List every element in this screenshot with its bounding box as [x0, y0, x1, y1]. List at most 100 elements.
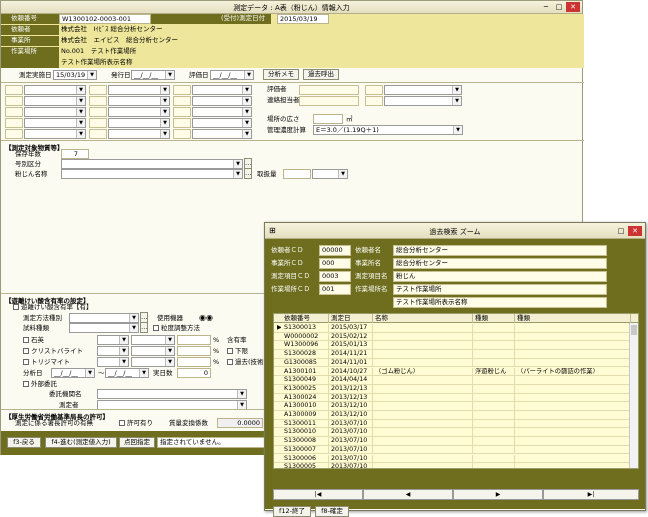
table-row[interactable]: W1300096 2015/01/13 — [274, 341, 638, 351]
close-icon[interactable]: ✕ — [628, 226, 642, 236]
past-checkbox[interactable] — [227, 359, 233, 365]
coef-field[interactable]: 0.0000 — [217, 418, 263, 428]
select-12[interactable]: ▼ — [24, 118, 86, 128]
implementation-date-input[interactable]: 15/03/19 ▼ — [53, 70, 97, 80]
code-field[interactable] — [5, 96, 23, 106]
chevron-down-icon[interactable]: ▼ — [242, 130, 251, 138]
chevron-down-icon[interactable]: ▼ — [233, 170, 242, 178]
chevron-down-icon[interactable]: ▼ — [129, 324, 138, 332]
place-name-field[interactable]: テスト作業場所 — [393, 284, 607, 295]
chevron-down-icon[interactable]: ▼ — [160, 86, 169, 94]
item-cd-field[interactable]: 0003 — [319, 271, 351, 282]
chevron-down-icon[interactable]: ▼ — [76, 119, 85, 127]
close-icon[interactable]: ✕ — [566, 2, 580, 12]
chevron-down-icon[interactable]: ▼ — [129, 314, 138, 322]
handling-field[interactable] — [283, 169, 311, 179]
chevron-down-icon[interactable]: ▼ — [242, 119, 251, 127]
chevron-down-icon[interactable]: ▼ — [165, 336, 174, 344]
table-row[interactable]: S1300049 2014/04/14 — [274, 376, 638, 385]
minimize-icon[interactable]: ─ — [540, 2, 552, 12]
chevron-down-icon[interactable]: ▼ — [165, 358, 174, 366]
grid-scrollbar[interactable] — [629, 323, 638, 468]
table-row[interactable]: A1300009 2013/12/10 — [274, 411, 638, 420]
code-field[interactable] — [89, 107, 107, 117]
select-2[interactable]: ▼ — [108, 85, 170, 95]
client-no-field[interactable]: W1300102-0003-001 — [59, 14, 151, 24]
table-row[interactable]: S1300008 2013/07/10 — [274, 437, 638, 446]
code-field[interactable] — [173, 129, 191, 139]
dust-select[interactable]: ▼ — [61, 169, 243, 179]
chevron-down-icon[interactable]: ▼ — [160, 130, 169, 138]
code-field[interactable] — [173, 85, 191, 95]
select-3[interactable]: ▼ — [192, 85, 252, 95]
method-select[interactable]: ▼ — [69, 313, 139, 323]
table-row[interactable]: A1300024 2013/12/13 — [274, 393, 638, 403]
chevron-down-icon[interactable]: ▼ — [119, 336, 128, 344]
f4-next-button[interactable]: f4-進む(測定値入力) — [45, 437, 117, 448]
chevron-down-icon[interactable]: ▼ — [237, 390, 246, 398]
free-setting-checkbox[interactable] — [13, 304, 19, 310]
retention-field[interactable]: 7 — [61, 149, 89, 159]
chevron-down-icon[interactable]: ▼ — [119, 358, 128, 366]
chevron-down-icon[interactable]: ▼ — [452, 86, 461, 94]
stone-select-2[interactable]: ▼ — [131, 335, 175, 345]
chevron-down-icon[interactable]: ▼ — [242, 108, 251, 116]
analysis-date-to[interactable]: __/__/__ ▼ — [105, 368, 149, 378]
table-row[interactable]: ▶S13000132015/03/17 — [274, 324, 638, 333]
code-field[interactable] — [89, 85, 107, 95]
chevron-down-icon[interactable]: ▼ — [244, 71, 253, 79]
table-row[interactable]: S1300011 2013/07/10 — [274, 419, 638, 429]
table-row[interactable]: K1300025 2013/12/13 — [274, 384, 638, 394]
table-row[interactable]: G1300085 2014/11/01 — [274, 358, 638, 368]
code-field[interactable] — [5, 118, 23, 128]
agency-select[interactable]: ▼ — [97, 389, 247, 399]
chevron-down-icon[interactable]: ▼ — [453, 126, 462, 134]
cristobalite-select-2[interactable]: ▼ — [131, 346, 175, 356]
chevron-down-icon[interactable]: ▼ — [237, 401, 246, 409]
office-name-field[interactable]: 総合分析センター — [393, 258, 607, 269]
table-row[interactable]: S1300010 2013/07/10 — [274, 428, 638, 438]
chevron-down-icon[interactable]: ▼ — [242, 97, 251, 105]
issue-date-input[interactable]: __/__/__ ▼ — [131, 70, 175, 80]
table-row[interactable]: A1300010 2013/12/10 — [274, 402, 638, 411]
handling-unit-select[interactable]: ▼ — [312, 169, 348, 179]
evaluator-field[interactable] — [299, 85, 359, 95]
column-header[interactable]: 名称 — [373, 314, 473, 323]
table-row[interactable]: S1300007 2013/07/10 — [274, 445, 638, 455]
chevron-down-icon[interactable]: ▼ — [165, 71, 174, 79]
select-6[interactable]: ▼ — [108, 96, 170, 106]
bottom-checkbox[interactable] — [227, 348, 233, 354]
chevron-down-icon[interactable]: ▼ — [76, 130, 85, 138]
select-8[interactable]: ▼ — [384, 96, 462, 106]
date-field[interactable]: 2015/03/19 — [277, 14, 329, 24]
code-field[interactable] — [5, 129, 23, 139]
check-spec-button[interactable]: 点回指定 — [119, 437, 155, 448]
code-field[interactable] — [89, 96, 107, 106]
select-11[interactable]: ▼ — [192, 107, 252, 117]
table-row[interactable]: A1300101 2014/10/27 （ゴム粉じん） 浮遊粉じん （パーライトの篩詰の… — [274, 367, 638, 377]
chevron-down-icon[interactable]: ▼ — [87, 71, 96, 79]
past-call-button[interactable]: 過去呼出 — [303, 69, 339, 80]
analysis-date-from[interactable]: __/__/__ ▼ — [51, 368, 95, 378]
select-10[interactable]: ▼ — [108, 107, 170, 117]
chevron-down-icon[interactable]: ▼ — [76, 86, 85, 94]
tridymite-pct-field[interactable] — [177, 357, 211, 367]
chevron-down-icon[interactable]: ▼ — [119, 347, 128, 355]
nav-last-button[interactable]: ▶| — [543, 489, 639, 500]
column-header[interactable]: 測定日 — [329, 314, 373, 323]
analysis-memo-button[interactable]: 分析メモ — [263, 69, 299, 80]
area-field[interactable] — [313, 114, 343, 124]
code-field[interactable] — [173, 96, 191, 106]
chevron-down-icon[interactable]: ▼ — [160, 97, 169, 105]
cristobalite-select[interactable]: ▼ — [97, 346, 129, 356]
days-field[interactable]: 0 — [177, 368, 211, 378]
code-field[interactable] — [89, 118, 107, 128]
place-cd-field[interactable]: 001 — [319, 284, 351, 295]
code-field[interactable] — [5, 85, 23, 95]
column-header[interactable]: 種類 — [473, 314, 515, 323]
maximize-icon[interactable]: □ — [553, 2, 565, 12]
select-4[interactable]: ▼ — [384, 85, 462, 95]
f8-confirm-button[interactable]: f8-確定 — [315, 506, 349, 517]
column-header[interactable]: 依頼番号 — [282, 314, 329, 323]
table-row[interactable]: W0000002 2015/02/12 — [274, 332, 638, 342]
